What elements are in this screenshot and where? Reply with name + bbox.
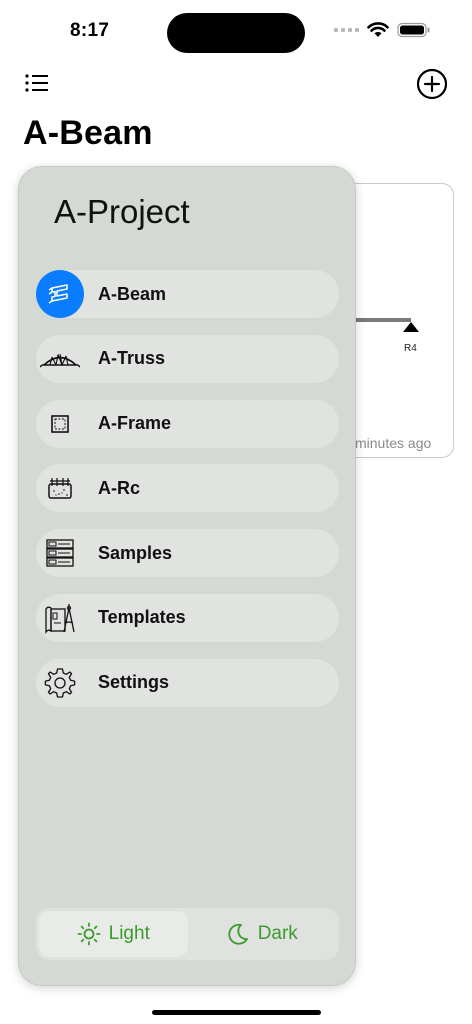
battery-icon <box>397 22 430 38</box>
plus-circle-icon <box>416 68 448 100</box>
list-icon <box>25 74 48 92</box>
theme-dark-button[interactable]: Dark <box>188 911 337 957</box>
menu-item-label: A-Rc <box>98 477 141 498</box>
theme-dark-label: Dark <box>257 923 298 944</box>
menu-item-a-rc[interactable]: A-Rc <box>36 464 339 513</box>
rc-icon <box>36 464 84 512</box>
menu-item-label: A-Beam <box>98 283 167 304</box>
menu-item-label: Settings <box>98 672 170 693</box>
menu-item-settings[interactable]: Settings <box>36 658 339 707</box>
menu-item-label: A-Truss <box>98 348 166 369</box>
theme-light-label: Light <box>108 923 150 944</box>
frame-icon <box>36 400 84 448</box>
menu-list-button[interactable] <box>25 73 49 93</box>
menu-item-samples[interactable]: Samples <box>36 529 339 578</box>
wifi-icon <box>367 22 389 37</box>
status-indicators <box>334 22 431 38</box>
truss-icon <box>36 335 84 383</box>
menu-item-a-frame[interactable]: A-Frame <box>36 399 339 448</box>
templates-icon <box>36 594 84 642</box>
samples-icon <box>36 529 84 577</box>
cellular-signal-icon <box>334 28 359 32</box>
theme-switch: Light Dark <box>36 908 339 960</box>
menu-item-label: Templates <box>98 607 186 628</box>
menu-item-label: A-Frame <box>98 413 172 434</box>
home-indicator[interactable] <box>152 1010 321 1015</box>
support-triangle-icon <box>403 322 419 332</box>
moon-icon <box>228 923 248 945</box>
beam-icon <box>36 270 84 318</box>
menu-item-a-beam[interactable]: A-Beam <box>36 270 339 318</box>
gear-icon <box>36 659 84 707</box>
drawer-menu-list: A-Beam A-Truss A-Frame A-Rc Samples Temp… <box>36 270 339 724</box>
menu-item-label: Samples <box>98 542 173 563</box>
menu-item-templates[interactable]: Templates <box>36 593 339 642</box>
sun-icon <box>77 922 101 946</box>
side-drawer: A-Project A-Beam A-Truss A-Frame A-Rc Sa… <box>18 166 356 986</box>
drawer-title: A-Project <box>54 193 190 230</box>
status-time: 8:17 <box>70 20 110 41</box>
dynamic-island <box>167 13 305 53</box>
support-label: R4 <box>404 343 417 354</box>
add-button[interactable] <box>416 68 448 100</box>
menu-item-a-truss[interactable]: A-Truss <box>36 334 339 383</box>
card-timestamp: minutes ago <box>355 435 432 451</box>
theme-light-button[interactable]: Light <box>39 911 188 957</box>
page-title: A-Beam <box>23 114 153 152</box>
